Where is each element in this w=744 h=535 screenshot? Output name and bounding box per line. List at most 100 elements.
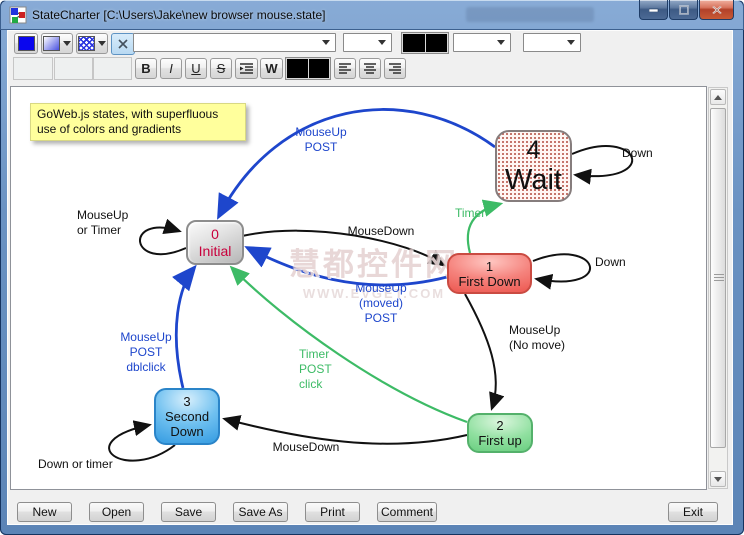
no-fill-button[interactable] xyxy=(111,33,135,55)
edge-label[interactable]: MouseUp(moved)POST xyxy=(341,281,421,326)
state-seconddown[interactable]: 3 SecondDown xyxy=(154,388,220,445)
maximize-button[interactable] xyxy=(669,0,698,20)
scrollbar-thumb[interactable] xyxy=(710,108,726,448)
edge-initial-self[interactable] xyxy=(140,228,186,255)
state-firstdown[interactable]: 1 First Down xyxy=(447,253,532,294)
chevron-down-icon xyxy=(98,41,106,46)
indent-button[interactable] xyxy=(235,58,258,79)
scroll-up-button[interactable] xyxy=(710,89,726,105)
align-center-button[interactable] xyxy=(359,58,381,79)
exit-button[interactable]: Exit xyxy=(668,502,718,522)
palette-cell[interactable] xyxy=(93,57,132,80)
font-combo[interactable] xyxy=(133,33,336,52)
italic-button[interactable]: I xyxy=(160,58,182,79)
state-name: SecondDown xyxy=(165,409,209,439)
chevron-up-icon xyxy=(714,95,722,100)
indent-icon xyxy=(240,63,253,74)
state-name: First Down xyxy=(458,274,520,289)
color-swatch-icon xyxy=(426,34,448,52)
edge-firstup-to-seconddown[interactable] xyxy=(225,419,467,444)
minimize-icon xyxy=(649,8,659,12)
w-button[interactable]: W xyxy=(260,58,283,79)
minimize-button[interactable] xyxy=(639,0,668,20)
edge-firstdown-self[interactable] xyxy=(533,254,590,281)
state-initial[interactable]: 0 Initial xyxy=(186,220,244,265)
maximize-icon xyxy=(679,5,689,14)
chevron-down-icon xyxy=(567,40,575,45)
close-button[interactable] xyxy=(699,0,734,20)
x-icon xyxy=(117,38,129,50)
new-button[interactable]: New xyxy=(17,502,72,522)
hatch-fill-button[interactable] xyxy=(76,33,108,54)
color-swatch-icon xyxy=(287,59,308,78)
edge-wait-to-initial[interactable] xyxy=(219,110,495,216)
chevron-down-icon xyxy=(714,477,722,482)
close-icon xyxy=(712,5,722,14)
edge-label[interactable]: MouseDown xyxy=(343,224,419,239)
print-button[interactable]: Print xyxy=(305,502,360,522)
bold-button[interactable]: B xyxy=(135,58,157,79)
palette-cell[interactable] xyxy=(13,57,53,80)
comment-button[interactable]: Comment xyxy=(377,502,437,522)
align-right-icon xyxy=(389,63,401,74)
state-name: Wait xyxy=(505,166,562,195)
scroll-down-button[interactable] xyxy=(710,471,726,487)
edge-label[interactable]: MouseUpPOSTdblclick xyxy=(111,330,181,375)
state-number: 0 xyxy=(211,226,219,243)
edge-label[interactable]: Down or timer xyxy=(38,457,113,472)
state-number: 3 xyxy=(183,394,190,409)
edge-label[interactable]: Down xyxy=(595,255,626,270)
state-number: 1 xyxy=(486,259,493,274)
state-name: Initial xyxy=(199,243,232,260)
underline-button[interactable]: U xyxy=(185,58,207,79)
diagram-canvas[interactable]: 慧都控件网 WWW.EVGET.COM GoWeb.js states, wit… xyxy=(10,86,707,490)
chevron-down-icon xyxy=(322,40,330,45)
comment-note[interactable]: GoWeb.js states, with superfluoususe of … xyxy=(30,103,246,141)
edge-firstdown-to-firstup[interactable] xyxy=(465,294,496,408)
gradient-swatch-icon xyxy=(43,36,60,51)
edge-label[interactable]: MouseUpor Timer xyxy=(77,208,128,238)
fill-color-button[interactable] xyxy=(14,33,38,54)
edge-label[interactable]: MouseUp(No move) xyxy=(509,323,565,353)
color-pair-button[interactable] xyxy=(401,32,449,54)
grip-icon xyxy=(714,274,724,282)
style-combo[interactable] xyxy=(453,33,511,52)
edge-label[interactable]: Down xyxy=(622,146,653,161)
strikethrough-button[interactable]: S xyxy=(210,58,232,79)
size-combo[interactable] xyxy=(343,33,392,52)
ghost-window-title xyxy=(466,7,594,22)
align-right-button[interactable] xyxy=(384,58,406,79)
titlebar[interactable]: StateCharter [C:\Users\Jake\new browser … xyxy=(0,0,744,30)
state-number: 2 xyxy=(496,418,503,433)
state-number: 4 xyxy=(527,138,541,163)
edge-label[interactable]: TimerPOSTclick xyxy=(299,347,332,392)
align-left-icon xyxy=(339,63,351,74)
color-swatch-icon xyxy=(403,34,425,52)
state-name: First up xyxy=(478,433,521,448)
state-wait[interactable]: 4 Wait xyxy=(495,130,572,202)
chevron-down-icon xyxy=(378,40,386,45)
window-title: StateCharter [C:\Users\Jake\new browser … xyxy=(32,8,325,22)
palette-cell[interactable] xyxy=(54,57,93,80)
app-icon xyxy=(9,6,27,24)
align-center-icon xyxy=(364,63,376,74)
align-left-button[interactable] xyxy=(334,58,356,79)
fill-color-swatch-icon xyxy=(18,36,35,51)
gradient-fill-button[interactable] xyxy=(41,33,73,54)
save-button[interactable]: Save xyxy=(161,502,216,522)
vertical-scrollbar[interactable] xyxy=(708,87,728,489)
open-button[interactable]: Open xyxy=(89,502,144,522)
color-swatch-icon xyxy=(309,59,330,78)
state-firstup[interactable]: 2 First up xyxy=(467,413,533,453)
edge-firstdown-to-initial[interactable] xyxy=(248,248,447,285)
edge-label[interactable]: MouseDown xyxy=(268,440,344,455)
edge-label[interactable]: MouseUpPOST xyxy=(290,125,352,155)
save-as-button[interactable]: Save As xyxy=(233,502,288,522)
app-window: StateCharter [C:\Users\Jake\new browser … xyxy=(0,0,744,535)
edge-label[interactable]: Timer xyxy=(455,206,485,221)
hatch-swatch-icon xyxy=(78,36,95,51)
chevron-down-icon xyxy=(63,41,71,46)
weight-combo[interactable] xyxy=(523,33,581,52)
chevron-down-icon xyxy=(497,40,505,45)
text-color-pair-button[interactable] xyxy=(285,57,331,80)
